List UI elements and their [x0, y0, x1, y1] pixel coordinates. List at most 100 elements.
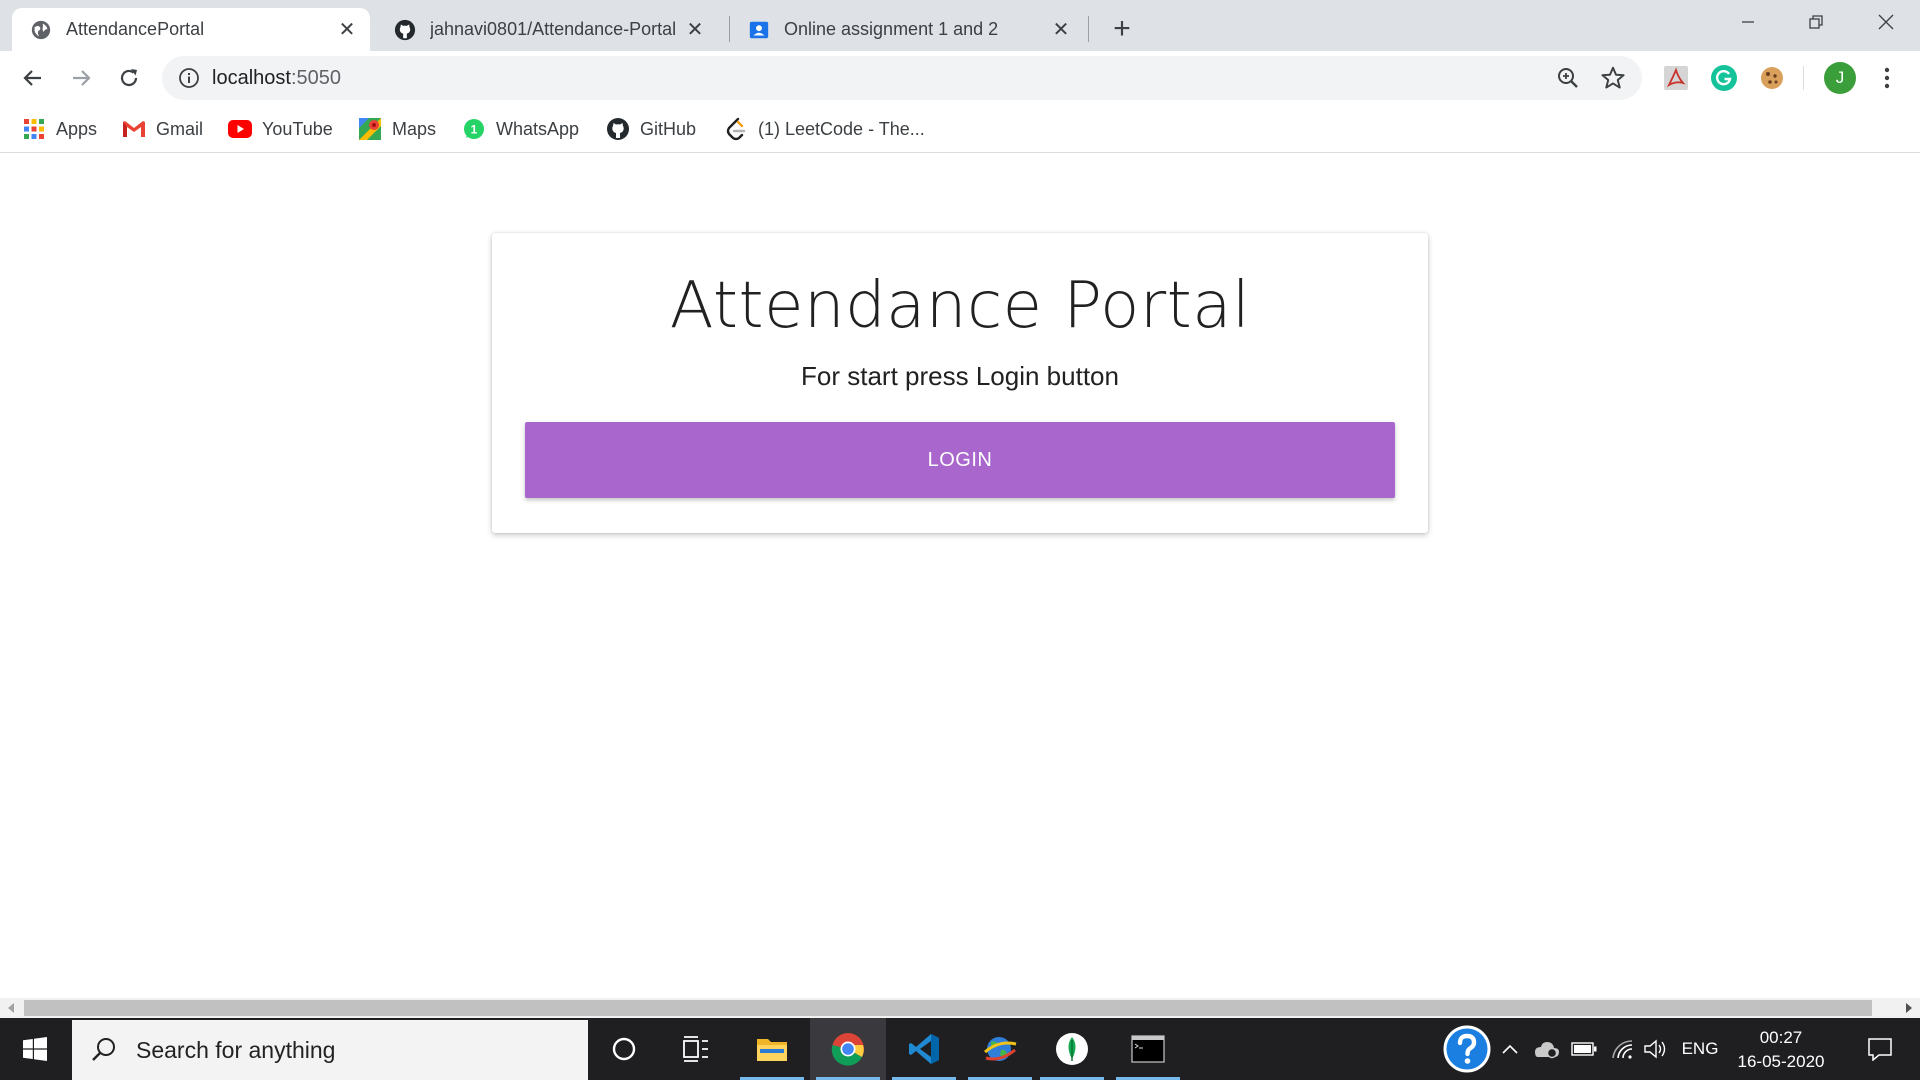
taskbar-chrome[interactable]	[810, 1018, 886, 1080]
globe-icon	[31, 20, 51, 39]
windows-logo-icon	[23, 1037, 47, 1061]
start-button[interactable]	[0, 1018, 70, 1080]
bookmark-label: WhatsApp	[496, 118, 580, 139]
zoom-icon[interactable]	[1556, 66, 1580, 90]
reload-icon	[120, 69, 138, 87]
tab-title: AttendancePortal	[66, 19, 205, 39]
bookmark-label: Apps	[56, 118, 98, 139]
leetcode-icon	[724, 117, 748, 141]
bookmark-github[interactable]: GitHub	[606, 115, 696, 143]
wifi-tray[interactable]	[1606, 1018, 1638, 1080]
browser-toolbar: localhost:5050 J	[0, 51, 1920, 105]
scroll-left-arrow[interactable]	[0, 998, 22, 1018]
login-card: Attendance Portal For start press Login …	[492, 233, 1428, 533]
page-title: Attendance Portal	[669, 269, 1251, 343]
url-text[interactable]: localhost:5050	[212, 67, 341, 90]
contact-card-icon	[749, 21, 769, 38]
task-view-icon	[683, 1036, 708, 1062]
battery-tray[interactable]	[1568, 1018, 1600, 1080]
tab-github-repo[interactable]: jahnavi0801/Attendance-Portal ✕	[376, 8, 718, 51]
bookmark-star-icon[interactable]	[1600, 65, 1626, 91]
close-window-button[interactable]	[1852, 0, 1920, 43]
reload-button[interactable]	[110, 59, 148, 97]
tab-close-button[interactable]: ✕	[680, 15, 710, 45]
browser-menu-button[interactable]	[1872, 63, 1902, 93]
bookmark-whatsapp[interactable]: 1 WhatsApp	[462, 115, 579, 143]
bookmark-apps[interactable]: Apps	[22, 115, 97, 143]
address-bar[interactable]: localhost:5050	[162, 56, 1642, 100]
battery-icon	[1571, 1042, 1597, 1056]
restore-icon	[1809, 14, 1823, 29]
bookmarks-bar: Apps Gmail YouTube Maps 1 WhatsApp GitHu…	[0, 105, 1920, 153]
cortana-button[interactable]	[586, 1018, 662, 1080]
onedrive-tray[interactable]	[1530, 1018, 1562, 1080]
minimize-button[interactable]	[1714, 0, 1782, 43]
new-tab-button[interactable]: +	[1104, 11, 1140, 47]
mongodb-leaf-icon	[1056, 1033, 1088, 1065]
restore-button[interactable]	[1782, 0, 1850, 43]
profile-avatar[interactable]: J	[1824, 62, 1856, 94]
cookie-icon	[1761, 67, 1783, 89]
language-indicator[interactable]: ENG	[1680, 1018, 1720, 1080]
acrobat-extension[interactable]	[1661, 63, 1691, 93]
info-icon[interactable]	[178, 67, 200, 89]
volume-tray[interactable]	[1640, 1018, 1672, 1080]
github-icon	[394, 19, 416, 40]
globe-download-icon	[984, 1037, 1017, 1061]
taskbar-command-prompt[interactable]	[1110, 1018, 1186, 1080]
taskbar-clock[interactable]: 00:27 16-05-2020	[1726, 1026, 1836, 1074]
youtube-icon	[228, 117, 252, 141]
taskbar-search[interactable]: Search for anything	[72, 1020, 588, 1080]
svg-text:1: 1	[471, 123, 478, 137]
bookmark-leetcode[interactable]: (1) LeetCode - The...	[724, 115, 925, 143]
speaker-icon	[1644, 1039, 1666, 1059]
bookmark-label: YouTube	[262, 118, 333, 139]
arrow-left-icon	[23, 70, 41, 86]
minimize-icon	[1742, 20, 1754, 23]
show-hidden-icons-button[interactable]	[1498, 1018, 1522, 1080]
bookmark-label: GitHub	[640, 118, 697, 139]
bookmark-label: (1) LeetCode - The...	[758, 118, 925, 139]
taskbar-mongodb-compass[interactable]	[1034, 1018, 1110, 1080]
login-button[interactable]: LOGIN	[525, 422, 1395, 498]
tab-close-button[interactable]: ✕	[1046, 15, 1076, 45]
horizontal-scrollbar[interactable]	[0, 998, 1920, 1018]
search-placeholder: Search for anything	[136, 1036, 336, 1063]
terminal-icon	[1131, 1035, 1165, 1063]
cookie-extension[interactable]	[1757, 63, 1787, 93]
grammarly-extension[interactable]	[1709, 63, 1739, 93]
apps-grid-icon	[22, 117, 46, 141]
bookmark-maps[interactable]: Maps	[358, 115, 436, 143]
taskbar-file-explorer[interactable]	[734, 1018, 810, 1080]
whatsapp-icon: 1	[462, 117, 486, 141]
taskbar-vscode[interactable]	[886, 1018, 962, 1080]
tab-attendance-portal[interactable]: AttendancePortal ✕	[12, 8, 370, 51]
gmail-icon	[122, 117, 146, 141]
taskbar-download-manager[interactable]	[962, 1018, 1038, 1080]
language-text: ENG	[1681, 1039, 1719, 1058]
close-icon	[1878, 14, 1894, 29]
tab-title: jahnavi0801/Attendance-Portal	[430, 19, 677, 39]
tab-close-button[interactable]: ✕	[332, 15, 362, 45]
task-view-button[interactable]	[658, 1018, 734, 1080]
bookmark-gmail[interactable]: Gmail	[122, 115, 203, 143]
help-button[interactable]	[1440, 1018, 1494, 1080]
forward-button[interactable]	[62, 59, 100, 97]
scroll-right-arrow[interactable]	[1898, 998, 1920, 1018]
scrollbar-thumb[interactable]	[24, 1000, 1872, 1016]
clock-time: 00:27	[1759, 1028, 1803, 1047]
tab-online-assignment[interactable]: Online assignment 1 and 2 ✕	[730, 8, 1084, 51]
windows-taskbar: Search for anything ENG 00:27 16-05-2020	[0, 1018, 1920, 1080]
grammarly-icon	[1711, 65, 1737, 91]
back-button[interactable]	[14, 59, 52, 97]
action-center-button[interactable]	[1850, 1018, 1910, 1080]
bookmark-youtube[interactable]: YouTube	[228, 115, 333, 143]
cloud-icon	[1535, 1042, 1559, 1059]
more-vert-icon	[1884, 67, 1890, 89]
arrow-right-icon	[73, 70, 91, 86]
tab-strip: AttendancePortal ✕ jahnavi0801/Attendanc…	[0, 0, 1920, 51]
caret-right-icon	[1906, 1003, 1912, 1013]
vscode-icon	[909, 1034, 939, 1064]
bookmark-label: Gmail	[156, 118, 204, 139]
url-port: :5050	[290, 67, 341, 89]
